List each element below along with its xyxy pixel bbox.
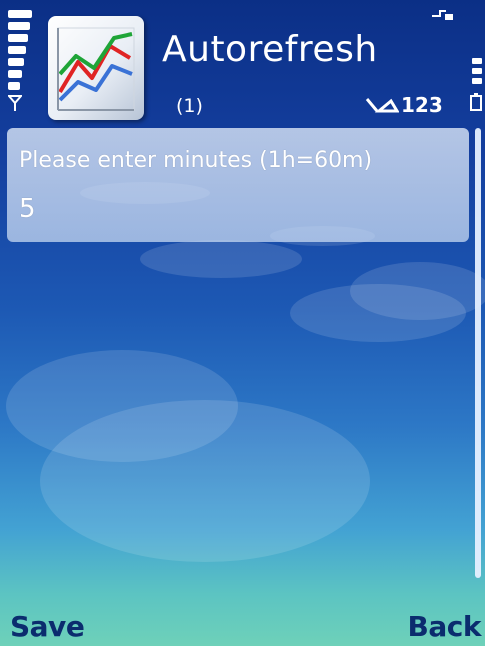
- input-mode-text: 123: [401, 93, 443, 117]
- app-title: Autorefresh: [162, 29, 378, 70]
- app-screen: Autorefresh (1) 123 Please enter minutes…: [0, 0, 485, 646]
- pen-input-icon: [365, 98, 399, 113]
- battery-icon: [470, 93, 482, 111]
- message-count: (1): [176, 95, 203, 117]
- background-bubble: [40, 400, 370, 562]
- back-softkey[interactable]: Back: [408, 610, 482, 643]
- minutes-input[interactable]: 5: [19, 194, 36, 224]
- battery-level-bars: [472, 58, 482, 88]
- signal-strength-bars: [8, 10, 34, 100]
- save-softkey[interactable]: Save: [10, 610, 85, 643]
- query-dialog: Please enter minutes (1h=60m) 5: [7, 128, 469, 242]
- antenna-icon: [8, 95, 22, 111]
- usb-connection-icon: [432, 10, 453, 20]
- query-prompt: Please enter minutes (1h=60m): [19, 148, 373, 173]
- background-bubble: [140, 240, 302, 278]
- chart-app-icon: [48, 16, 144, 120]
- input-mode-indicator: 123: [365, 93, 443, 117]
- background-bubble: [350, 262, 485, 320]
- scrollbar[interactable]: [475, 128, 481, 578]
